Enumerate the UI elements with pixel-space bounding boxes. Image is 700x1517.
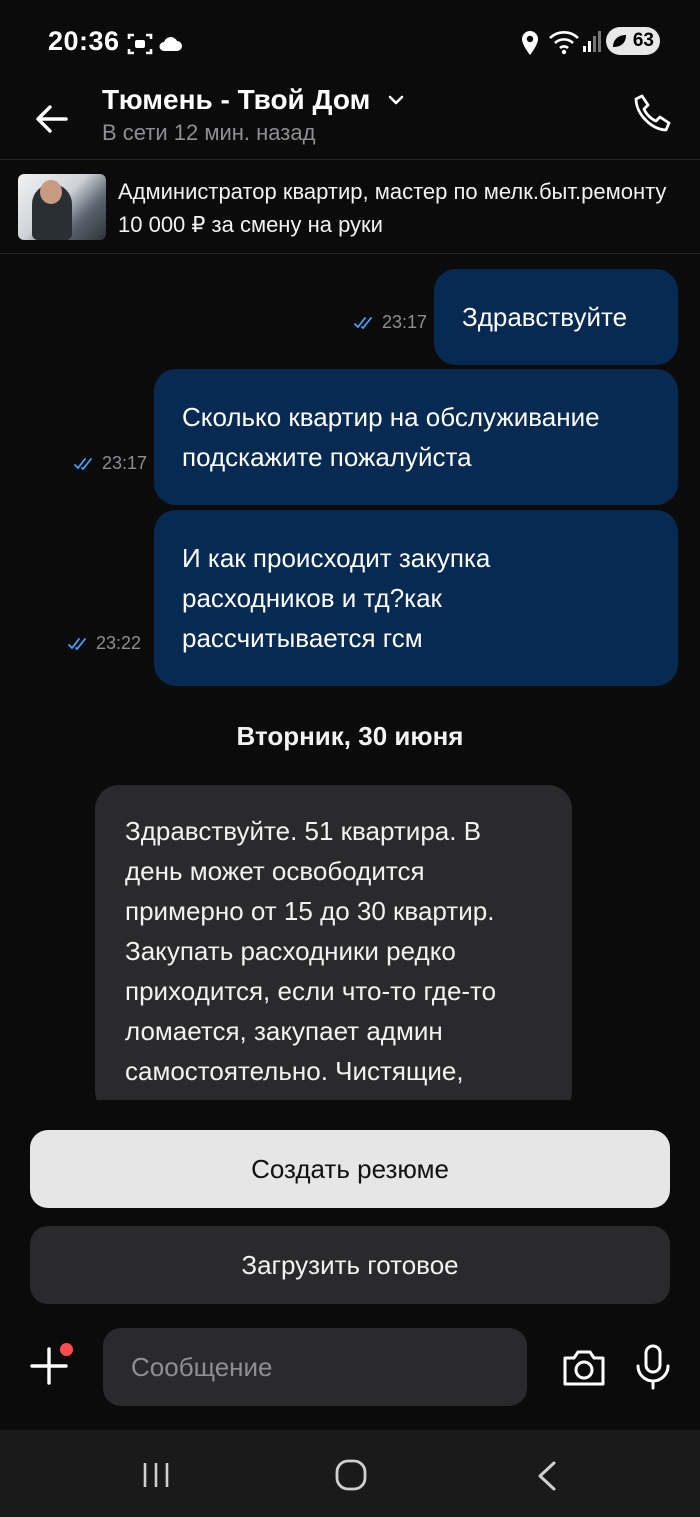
message-meta: 23:17 (74, 453, 147, 474)
cloud-icon (159, 37, 182, 51)
message-line: приходится, если что-то где-то (125, 976, 497, 1006)
message-line: день может освободится (125, 856, 425, 886)
back-nav-icon[interactable] (534, 1460, 560, 1492)
vacancy-salary: 10 000 ₽ за смену на руки (118, 212, 383, 237)
outgoing-message[interactable]: Сколько квартир на обслуживание подскажи… (154, 369, 678, 505)
message-line: подскажите пожалуйста (182, 442, 472, 472)
system-navigation-bar (0, 1430, 700, 1517)
message-line: ломается, закупает админ (125, 1016, 443, 1046)
thumbnail-head (40, 180, 62, 204)
notification-dot (60, 1343, 73, 1356)
online-status: В сети 12 мин. назад (102, 120, 316, 145)
chat-screen: 20:36 63 Тюмень - Твой Дом В сети 12 мин… (0, 0, 700, 1517)
wifi-icon (549, 31, 579, 55)
outgoing-message[interactable]: Здравствуйте (434, 269, 678, 365)
camera-icon[interactable] (561, 1346, 607, 1388)
message-input[interactable] (103, 1328, 527, 1406)
vacancy-title: Администратор квартир, мастер по мелк.бы… (118, 179, 667, 204)
screenshot-icon (127, 33, 153, 55)
home-icon[interactable] (334, 1458, 368, 1492)
microphone-icon[interactable] (634, 1344, 672, 1390)
vacancy-thumbnail (18, 174, 106, 240)
message-line: Сколько квартир на обслуживание (182, 402, 600, 432)
message-time: 23:17 (382, 312, 428, 332)
battery-level: 63 (632, 30, 654, 51)
date-separator: Вторник, 30 июня (236, 721, 464, 751)
message-meta: 23:17 (354, 312, 427, 333)
read-ticks-icon (74, 458, 92, 471)
battery-saver-icon (613, 35, 626, 47)
message-line: Здравствуйте (462, 302, 628, 332)
chat-title[interactable]: Тюмень - Твой Дом (102, 84, 370, 116)
message-line: Закупать расходники редко (125, 936, 456, 966)
message-line: рассчитывается гсм (182, 623, 423, 653)
read-ticks-icon (354, 317, 372, 330)
location-icon (522, 31, 538, 55)
chat-header: Тюмень - Твой Дом В сети 12 мин. назад (0, 84, 700, 160)
battery-indicator: 63 (606, 27, 660, 55)
message-time: 23:17 (102, 453, 148, 473)
read-ticks-icon (68, 638, 86, 651)
chevron-down-icon[interactable] (387, 91, 405, 109)
status-time: 20:36 (48, 26, 120, 56)
message-line: самостоятельно. Чистящие, (125, 1056, 464, 1086)
signal-icon (583, 31, 601, 52)
status-bar: 20:36 63 (0, 0, 700, 84)
create-resume-button[interactable]: Создать резюме (30, 1130, 670, 1208)
back-arrow-icon[interactable] (30, 97, 74, 141)
message-line: Здравствуйте. 51 квартира. В (125, 816, 482, 846)
message-line: примерно от 15 до 30 квартир. (125, 896, 495, 926)
message-time: 23:22 (96, 633, 142, 653)
incoming-message[interactable]: Здравствуйте. 51 квартира. В день может … (95, 785, 572, 1100)
message-line: расходников и тд?как (182, 583, 442, 613)
vacancy-card[interactable]: Администратор квартир, мастер по мелк.бы… (0, 161, 700, 254)
upload-ready-resume-button[interactable]: Загрузить готовое (30, 1226, 670, 1304)
message-meta: 23:22 (68, 633, 141, 654)
recent-apps-icon[interactable] (140, 1460, 172, 1490)
phone-icon[interactable] (628, 90, 676, 138)
outgoing-message[interactable]: И как происходит закупка расходников и т… (154, 510, 678, 686)
message-line: И как происходит закупка (182, 543, 491, 573)
message-list[interactable]: Здравствуйте 23:17 Сколько квартир на об… (0, 255, 700, 1100)
